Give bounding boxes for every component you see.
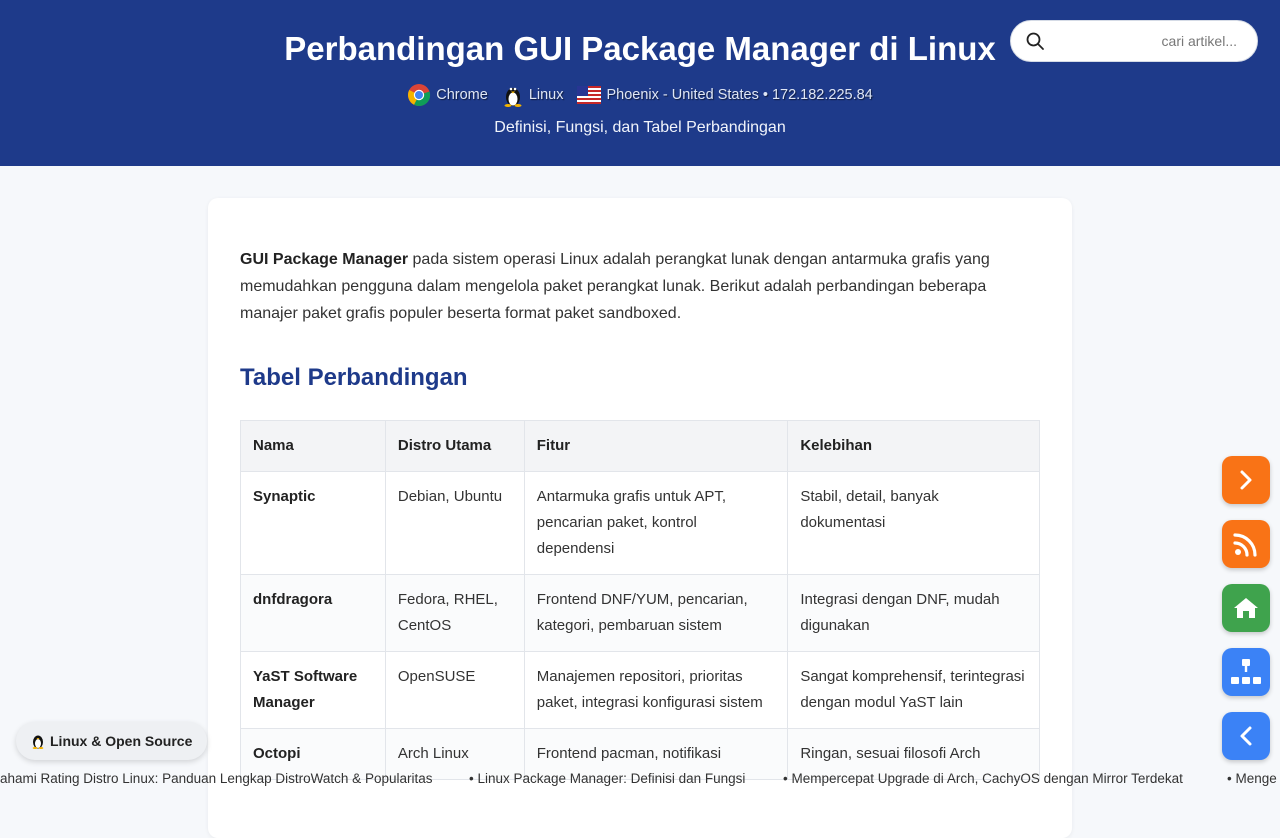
location-info: Phoenix - United States • 172.182.225.84 <box>577 86 873 104</box>
site-header: Perbandingan GUI Package Manager di Linu… <box>0 0 1280 166</box>
penguin-icon <box>32 735 44 749</box>
cell-distro: Debian, Ubuntu <box>384 471 525 575</box>
chrome-icon <box>408 84 431 107</box>
article-card: GUI Package Manager pada sistem operasi … <box>208 198 1072 838</box>
ticker-item[interactable]: • Menge <box>1227 771 1277 786</box>
next-button[interactable] <box>1222 456 1270 504</box>
category-label: Linux & Open Source <box>50 733 193 749</box>
cell-name: YaST Software Manager <box>240 651 386 729</box>
browser-label: Chrome <box>436 87 488 103</box>
tux-icon <box>504 87 522 107</box>
category-badge[interactable]: Linux & Open Source <box>16 722 208 760</box>
table-row: Synaptic Debian, Ubuntu Antarmuka grafis… <box>240 471 1040 575</box>
cell-advantages: Sangat komprehensif, terintegrasi dengan… <box>787 651 1040 729</box>
column-header: Kelebihan <box>787 420 1040 472</box>
cell-features: Frontend DNF/YUM, pencarian, kategori, p… <box>523 574 789 652</box>
table-row: dnfdragora Fedora, RHEL, CentOS Frontend… <box>240 574 1040 652</box>
sitemap-icon <box>1231 659 1261 684</box>
rss-button[interactable] <box>1222 520 1270 568</box>
os-info: Linux <box>502 83 564 107</box>
ticker-item[interactable]: ahami Rating Distro Linux: Panduan Lengk… <box>0 771 432 786</box>
sitemap-button[interactable] <box>1222 648 1270 696</box>
back-button[interactable] <box>1222 712 1270 760</box>
column-header: Nama <box>240 420 386 472</box>
cell-name: Synaptic <box>240 471 386 575</box>
cell-distro: Fedora, RHEL, CentOS <box>384 574 525 652</box>
section-heading: Tabel Perbandingan <box>240 364 468 391</box>
ticker-item[interactable]: • Mempercepat Upgrade di Arch, CachyOS d… <box>783 771 1183 786</box>
news-ticker: ahami Rating Distro Linux: Panduan Lengk… <box>0 768 1280 790</box>
page-subtitle: Definisi, Fungsi, dan Tabel Perbandingan <box>494 119 786 136</box>
cell-name: dnfdragora <box>240 574 386 652</box>
us-flag-icon <box>577 86 602 104</box>
column-header: Fitur <box>523 420 789 472</box>
search-box[interactable] <box>1010 20 1258 62</box>
comparison-table: Nama Distro Utama Fitur Kelebihan Synapt… <box>240 420 1040 780</box>
article-intro: GUI Package Manager pada sistem operasi … <box>240 246 1030 327</box>
table-header-row: Nama Distro Utama Fitur Kelebihan <box>240 420 1040 472</box>
browser-info: Chrome <box>407 83 488 107</box>
cell-advantages: Integrasi dengan DNF, mudah digunakan <box>787 574 1040 652</box>
search-icon[interactable] <box>1025 31 1045 51</box>
home-button[interactable] <box>1222 584 1270 632</box>
chevron-left-icon <box>1240 726 1252 746</box>
chevron-right-icon <box>1240 470 1252 490</box>
home-icon <box>1234 598 1258 618</box>
ticker-item[interactable]: • Linux Package Manager: Definisi dan Fu… <box>469 771 745 786</box>
cell-advantages: Stabil, detail, banyak dokumentasi <box>787 471 1040 575</box>
rss-icon <box>1233 533 1257 557</box>
os-label: Linux <box>528 87 564 103</box>
location-label: Phoenix - United States • 172.182.225.84 <box>606 87 873 103</box>
column-header: Distro Utama <box>384 420 525 472</box>
intro-term: GUI Package Manager <box>240 251 409 268</box>
cell-features: Manajemen repositori, prioritas paket, i… <box>523 651 789 729</box>
cell-features: Antarmuka grafis untuk APT, pencarian pa… <box>523 471 789 575</box>
cell-distro: OpenSUSE <box>384 651 525 729</box>
search-input[interactable] <box>1045 32 1247 50</box>
visitor-info: Chrome Linux Phoenix - United States • 1… <box>0 82 1280 108</box>
table-row: YaST Software Manager OpenSUSE Manajemen… <box>240 651 1040 729</box>
